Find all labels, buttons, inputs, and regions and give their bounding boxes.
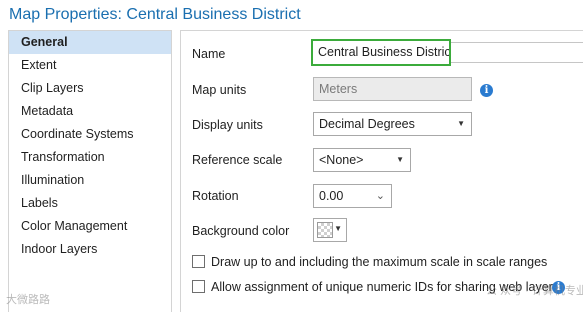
sidebar-item-indoor-layers[interactable]: Indoor Layers <box>9 238 171 261</box>
max-scale-checkbox[interactable] <box>192 255 205 268</box>
background-color-picker[interactable]: ▼ <box>313 218 347 242</box>
display-units-value: Decimal Degrees <box>319 117 415 131</box>
unique-ids-checkbox[interactable] <box>192 280 205 293</box>
dropdown-arrow-icon: ▼ <box>396 155 404 164</box>
watermark-left: 大微路路 <box>6 294 50 306</box>
name-label: Name <box>192 47 226 61</box>
background-color-label: Background color <box>192 224 290 238</box>
dropdown-arrow-icon: ▼ <box>457 119 465 128</box>
map-units-field: Meters <box>313 77 472 101</box>
display-units-label: Display units <box>192 118 263 132</box>
sidebar-item-general[interactable]: General <box>9 31 171 54</box>
max-scale-checkbox-label: Draw up to and including the maximum sca… <box>211 255 548 269</box>
reference-scale-dropdown[interactable]: <None> ▼ <box>313 148 411 172</box>
sidebar-nav: General Extent Clip Layers Metadata Coor… <box>8 30 172 312</box>
sidebar-item-coordinate-systems[interactable]: Coordinate Systems <box>9 123 171 146</box>
transparent-swatch-icon <box>317 222 333 238</box>
dialog-title: Map Properties: Central Business Distric… <box>9 6 301 23</box>
reference-scale-label: Reference scale <box>192 153 283 167</box>
display-units-dropdown[interactable]: Decimal Degrees ▼ <box>313 112 472 136</box>
rotation-combobox[interactable]: 0.00 ⌄ <box>313 184 392 208</box>
sidebar-item-extent[interactable]: Extent <box>9 54 171 77</box>
dropdown-arrow-icon: ▼ <box>334 224 342 233</box>
sidebar-item-metadata[interactable]: Metadata <box>9 100 171 123</box>
name-input[interactable]: Central Business District <box>311 39 451 66</box>
rotation-label: Rotation <box>192 189 239 203</box>
chevron-down-icon: ⌄ <box>375 190 385 202</box>
sidebar-item-labels[interactable]: Labels <box>9 192 171 215</box>
map-units-label: Map units <box>192 83 247 97</box>
rotation-value: 0.00 <box>319 189 344 203</box>
name-field-extension <box>451 42 583 63</box>
sidebar-item-transformation[interactable]: Transformation <box>9 146 171 169</box>
sidebar-item-illumination[interactable]: Illumination <box>9 169 171 192</box>
info-icon[interactable]: i <box>480 84 493 97</box>
watermark-right: 公 众号 · 计算机专业 <box>486 285 583 297</box>
reference-scale-value: <None> <box>319 153 364 167</box>
sidebar-item-color-management[interactable]: Color Management <box>9 215 171 238</box>
sidebar-item-clip-layers[interactable]: Clip Layers <box>9 77 171 100</box>
dialog-title-bar: Map Properties: Central Business Distric… <box>0 0 583 32</box>
